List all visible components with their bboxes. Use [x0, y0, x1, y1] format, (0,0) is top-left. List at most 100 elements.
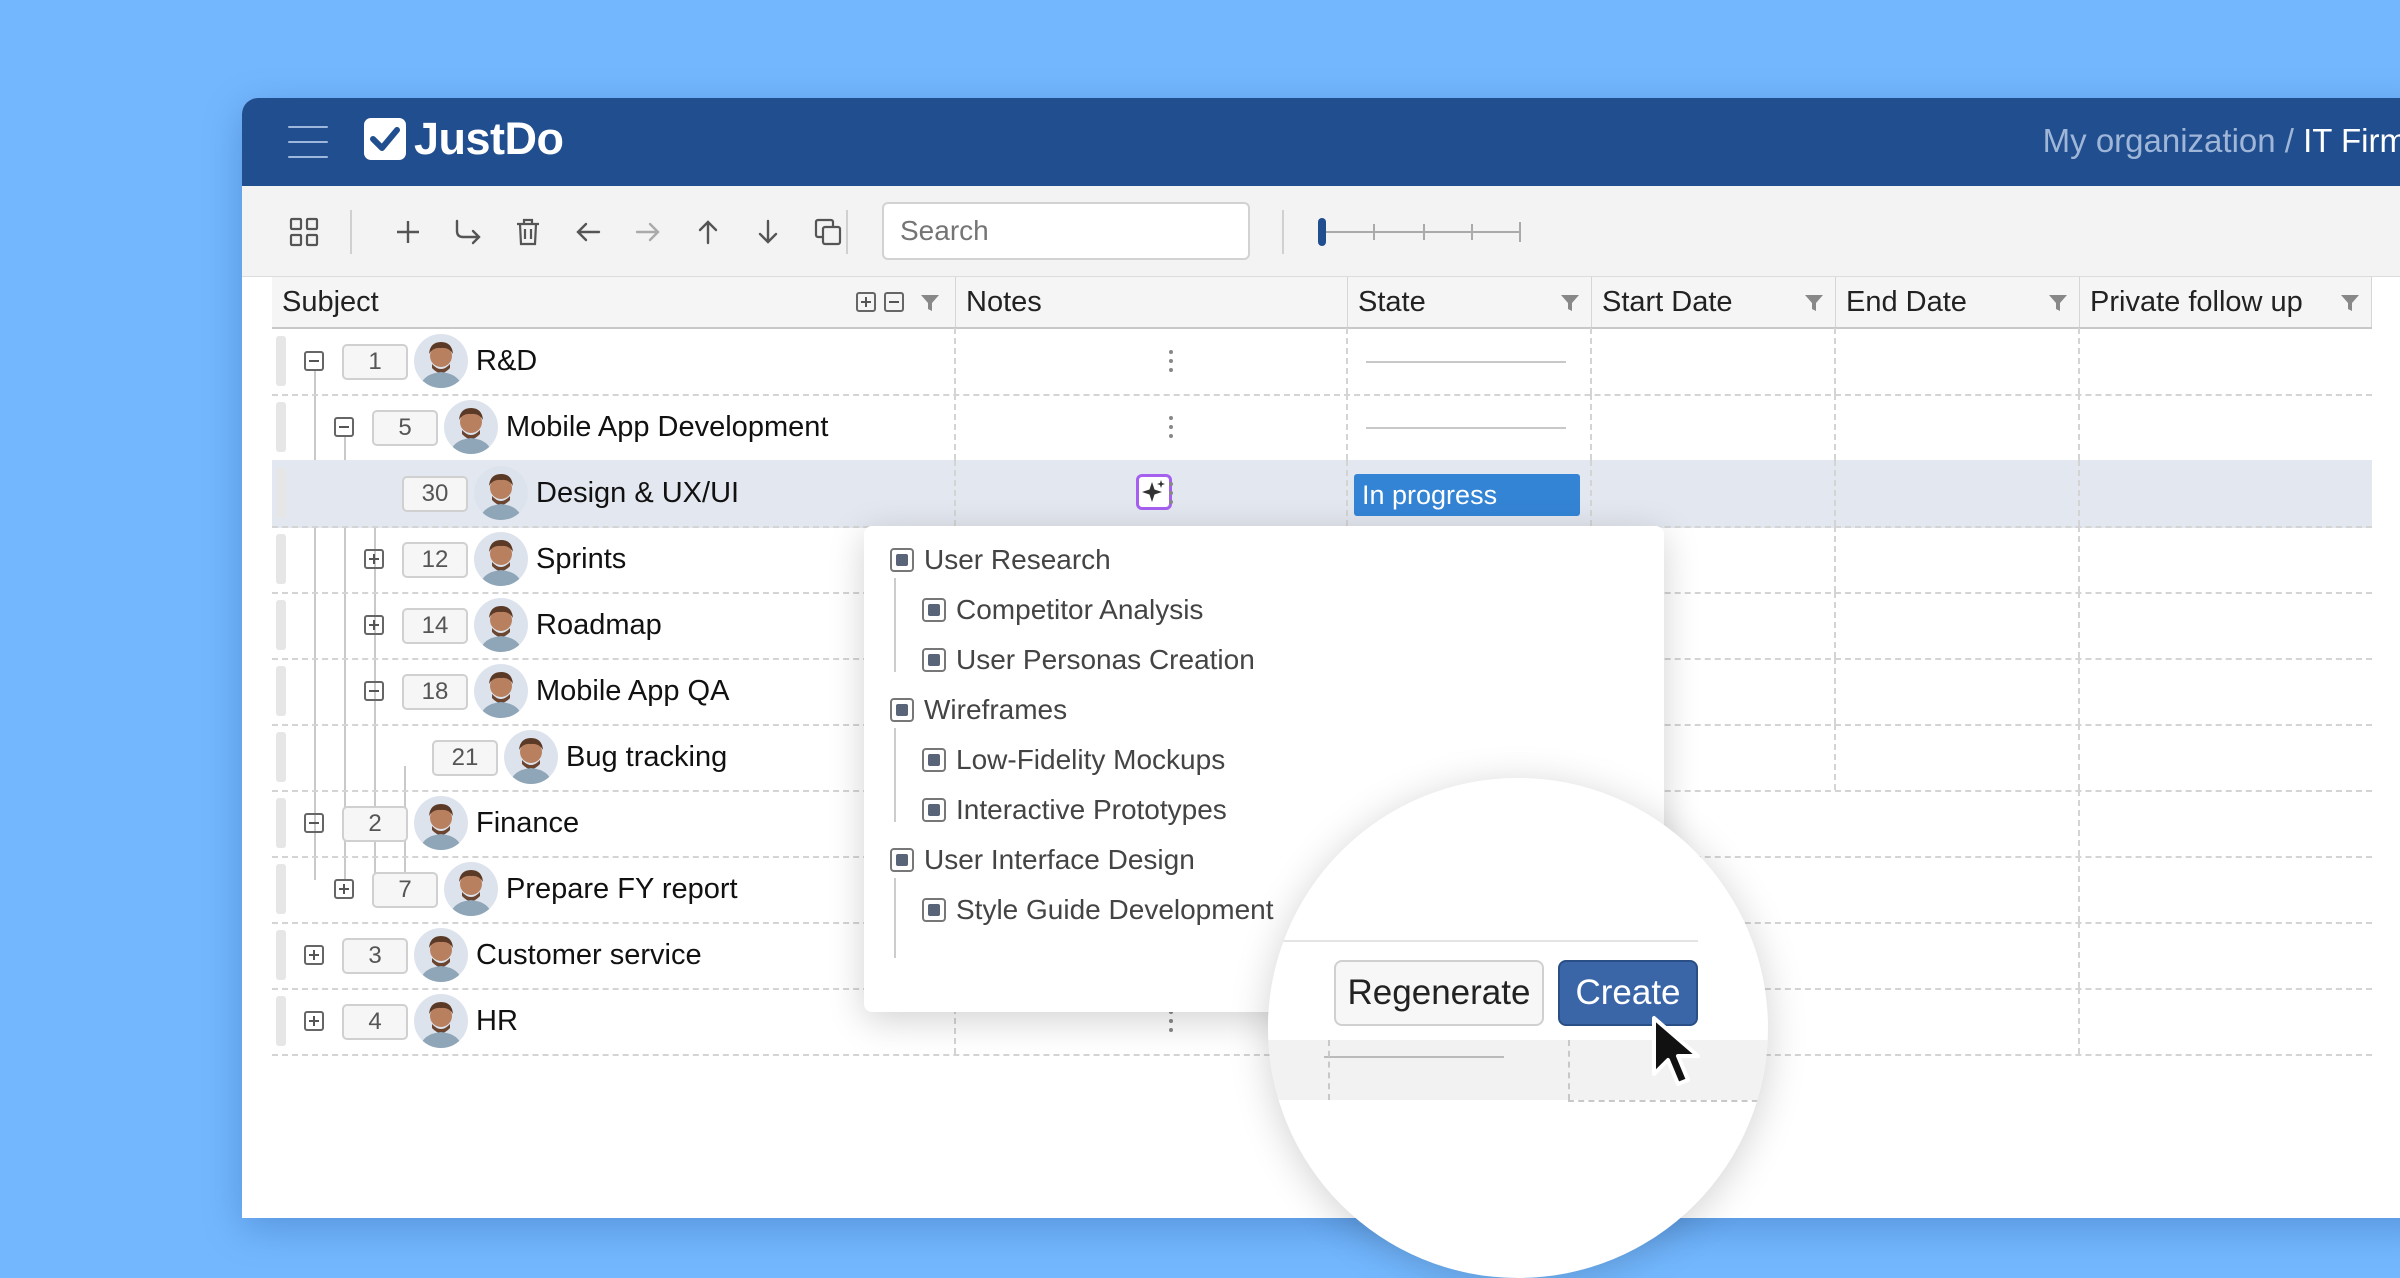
- org-name[interactable]: My organization /: [2043, 122, 2294, 159]
- row-drag-handle[interactable]: [276, 468, 286, 518]
- checkbox[interactable]: [922, 648, 946, 672]
- row-drag-handle[interactable]: [276, 600, 286, 650]
- column-state[interactable]: State: [1348, 277, 1592, 327]
- table-row[interactable]: 1 R&D: [272, 328, 2372, 396]
- project-name[interactable]: IT Firm: [2303, 122, 2400, 159]
- column-private-follow-up[interactable]: Private follow up: [2080, 277, 2372, 327]
- column-subject[interactable]: Subject: [272, 277, 956, 327]
- avatar[interactable]: [444, 400, 498, 454]
- task-title[interactable]: HR: [476, 988, 518, 1054]
- task-title[interactable]: Sprints: [536, 526, 626, 592]
- checkbox[interactable]: [890, 848, 914, 872]
- avatar[interactable]: [474, 598, 528, 652]
- expand-icon[interactable]: [334, 879, 354, 899]
- avatar[interactable]: [414, 334, 468, 388]
- collapse-icon[interactable]: [304, 351, 324, 371]
- expand-icon[interactable]: [304, 1011, 324, 1031]
- avatar[interactable]: [474, 532, 528, 586]
- state-empty: [1324, 1056, 1504, 1058]
- expand-icon[interactable]: [364, 549, 384, 569]
- column-label: State: [1358, 286, 1426, 318]
- menu-icon[interactable]: [288, 126, 328, 158]
- avatar[interactable]: [474, 664, 528, 718]
- collapse-icon[interactable]: [334, 417, 354, 437]
- task-title[interactable]: Mobile App QA: [536, 658, 729, 724]
- column-notes[interactable]: Notes: [956, 277, 1348, 327]
- filter-icon[interactable]: [1804, 293, 1824, 313]
- breadcrumb[interactable]: My organization / IT Firm: [2043, 122, 2400, 160]
- row-drag-handle[interactable]: [276, 402, 286, 452]
- expand-all-icon[interactable]: [856, 292, 876, 312]
- task-title[interactable]: R&D: [476, 328, 537, 394]
- add-subtask-icon[interactable]: [446, 210, 490, 254]
- row-drag-handle[interactable]: [276, 996, 286, 1046]
- avatar[interactable]: [474, 466, 528, 520]
- filter-icon[interactable]: [920, 293, 940, 313]
- avatar[interactable]: [444, 862, 498, 916]
- grid-icon[interactable]: [282, 210, 326, 254]
- column-start-date[interactable]: Start Date: [1592, 277, 1836, 327]
- more-icon[interactable]: [1168, 482, 1174, 506]
- indent-icon[interactable]: [626, 210, 670, 254]
- more-icon[interactable]: [1168, 350, 1174, 374]
- collapse-all-icon[interactable]: [884, 292, 904, 312]
- task-title[interactable]: Finance: [476, 790, 579, 856]
- row-drag-handle[interactable]: [276, 666, 286, 716]
- row-drag-handle[interactable]: [276, 864, 286, 914]
- table-row[interactable]: 5 Mobile App Development: [272, 394, 2372, 462]
- task-title[interactable]: Roadmap: [536, 592, 662, 658]
- avatar[interactable]: [504, 730, 558, 784]
- state-empty[interactable]: [1366, 427, 1566, 429]
- row-drag-handle[interactable]: [276, 930, 286, 980]
- task-title[interactable]: Design & UX/UI: [536, 460, 739, 526]
- filter-icon[interactable]: [2340, 293, 2360, 313]
- avatar[interactable]: [414, 796, 468, 850]
- move-up-icon[interactable]: [686, 210, 730, 254]
- outdent-icon[interactable]: [566, 210, 610, 254]
- checkbox[interactable]: [922, 898, 946, 922]
- task-title[interactable]: Mobile App Development: [506, 394, 828, 460]
- avatar[interactable]: [414, 928, 468, 982]
- top-bar: JustDo My organization / IT Firm: [242, 98, 2400, 186]
- delete-icon[interactable]: [506, 210, 550, 254]
- regenerate-button[interactable]: Regenerate: [1334, 960, 1544, 1026]
- task-title[interactable]: Prepare FY report: [506, 856, 738, 922]
- more-icon[interactable]: [1168, 416, 1174, 440]
- filter-icon[interactable]: [2048, 293, 2068, 313]
- column-label: Private follow up: [2090, 286, 2303, 318]
- row-drag-handle[interactable]: [276, 336, 286, 386]
- search-input[interactable]: [882, 202, 1250, 260]
- add-icon[interactable]: [386, 210, 430, 254]
- column-end-date[interactable]: End Date: [1836, 277, 2080, 327]
- expand-icon[interactable]: [364, 615, 384, 635]
- status-badge[interactable]: In progress: [1354, 474, 1580, 516]
- row-drag-handle[interactable]: [276, 798, 286, 848]
- duplicate-icon[interactable]: [806, 210, 850, 254]
- expand-icon[interactable]: [304, 945, 324, 965]
- table-row-selected[interactable]: 30 Design & UX/UI In progress: [272, 460, 2372, 528]
- ai-sparkle-icon[interactable]: [1136, 474, 1172, 510]
- row-drag-handle[interactable]: [276, 732, 286, 782]
- filter-icon[interactable]: [1560, 293, 1580, 313]
- move-down-icon[interactable]: [746, 210, 790, 254]
- task-number: 30: [402, 476, 468, 512]
- task-title[interactable]: Bug tracking: [566, 724, 727, 790]
- row-drag-handle[interactable]: [276, 534, 286, 584]
- state-empty[interactable]: [1366, 361, 1566, 363]
- task-number: 2: [342, 806, 408, 842]
- more-icon[interactable]: [1168, 1010, 1174, 1034]
- collapse-icon[interactable]: [304, 813, 324, 833]
- task-title[interactable]: Customer service: [476, 922, 702, 988]
- collapse-icon[interactable]: [364, 681, 384, 701]
- checkbox[interactable]: [922, 798, 946, 822]
- avatar[interactable]: [414, 994, 468, 1048]
- checkbox[interactable]: [922, 748, 946, 772]
- cell-divider: [954, 328, 956, 394]
- cell-divider: [1346, 460, 1348, 526]
- checkbox[interactable]: [890, 698, 914, 722]
- cell-divider: [1834, 394, 1836, 460]
- checkbox[interactable]: [890, 548, 914, 572]
- app-name: JustDo: [414, 113, 564, 164]
- zoom-slider[interactable]: [1318, 210, 1528, 254]
- checkbox[interactable]: [922, 598, 946, 622]
